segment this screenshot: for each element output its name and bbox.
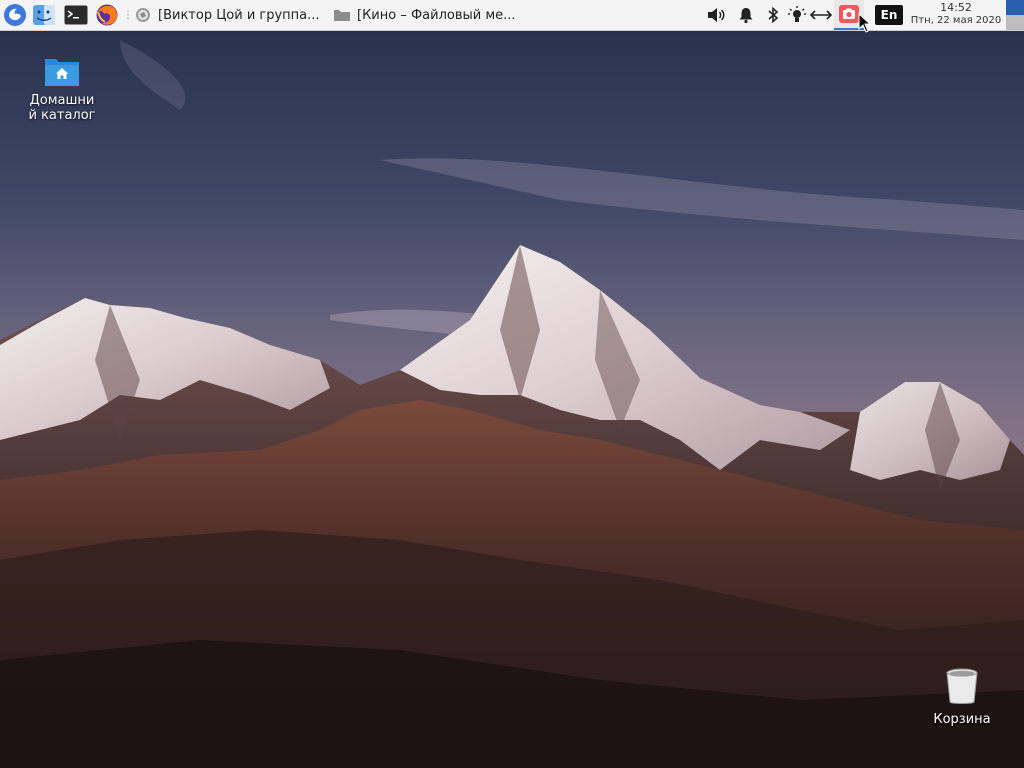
show-desktop-button[interactable] xyxy=(1006,0,1024,30)
desktop-icon-label: Корзина xyxy=(933,712,991,727)
home-folder-icon xyxy=(45,59,79,86)
firefox-launcher[interactable] xyxy=(94,0,120,30)
brightness-button[interactable] xyxy=(785,0,809,30)
wallpaper-image xyxy=(0,0,1024,768)
firefox-icon xyxy=(96,4,118,26)
desktop-icon-label-line1: Домашни xyxy=(29,93,95,108)
desktop[interactable]: ⋮ [Виктор Цой и группа... [Кино – Файлов… xyxy=(0,0,1024,768)
trash-icon xyxy=(946,668,978,704)
panel-separator: ⋮ xyxy=(123,10,133,21)
bluetooth-icon xyxy=(768,6,779,24)
app-menu-button[interactable] xyxy=(2,0,28,30)
terminal-launcher[interactable] xyxy=(63,0,89,30)
keyboard-layout-indicator[interactable]: En xyxy=(875,5,903,25)
desktop-icon-label-line2: й каталог xyxy=(28,108,96,123)
notifications-button[interactable] xyxy=(734,0,758,30)
mouse-cursor-icon xyxy=(858,13,872,33)
brightness-icon xyxy=(788,6,806,22)
notification-bell-icon xyxy=(739,8,753,24)
screenshot-camera-icon xyxy=(839,5,859,23)
clock-time: 14:52 xyxy=(940,1,972,14)
distro-menu-icon xyxy=(4,4,26,26)
desktop-icon-home-folder[interactable]: Домашни й каталог xyxy=(20,55,104,123)
desktop-icon-trash[interactable]: Корзина xyxy=(920,668,1004,727)
volume-button[interactable] xyxy=(704,0,728,30)
task-browser-window[interactable]: [Виктор Цой и группа... xyxy=(134,0,329,30)
clock[interactable]: 14:52 Птн, 22 мая 2020 xyxy=(906,2,1006,27)
network-button[interactable] xyxy=(809,0,833,30)
bluetooth-button[interactable] xyxy=(761,0,785,30)
task-title: [Виктор Цой и группа... xyxy=(158,7,320,23)
task-title: [Кино – Файловый ме... xyxy=(357,7,516,23)
browser-globe-icon xyxy=(134,6,152,24)
task-file-manager-window[interactable]: [Кино – Файловый ме... xyxy=(333,0,523,30)
terminal-icon xyxy=(64,5,88,25)
clock-date: Птн, 22 мая 2020 xyxy=(910,15,1002,26)
volume-icon xyxy=(708,8,725,22)
folder-icon xyxy=(333,6,351,24)
network-arrows-icon xyxy=(809,10,833,20)
file-manager-launcher[interactable] xyxy=(31,0,57,30)
finder-face-icon xyxy=(33,5,55,25)
